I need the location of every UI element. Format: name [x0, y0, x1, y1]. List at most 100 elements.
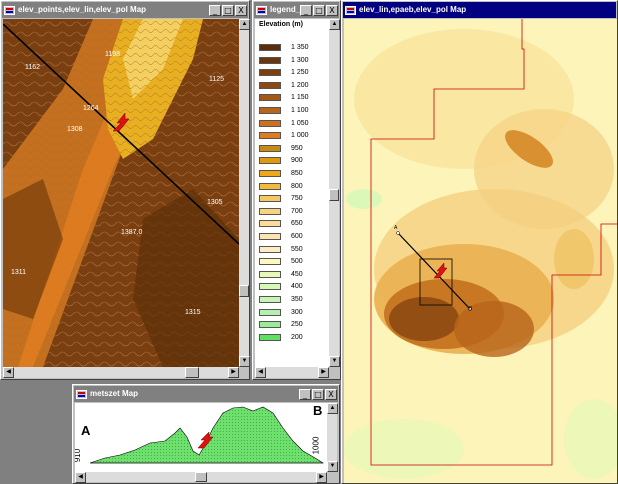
maximize-button[interactable]: □	[313, 4, 325, 16]
legend-row: 550	[259, 245, 303, 254]
close-button[interactable]: X	[325, 388, 337, 400]
scroll-thumb[interactable]	[329, 189, 339, 201]
vertical-scrollbar[interactable]: ▲ ▼	[239, 19, 250, 367]
scroll-thumb[interactable]	[195, 472, 207, 482]
legend-row: 700	[259, 207, 303, 216]
scroll-down-button[interactable]: ▼	[329, 356, 340, 367]
legend-value: 1 350	[291, 44, 309, 51]
legend-value: 1 000	[291, 132, 309, 140]
horizontal-scrollbar[interactable]: ◀ ▶	[75, 472, 327, 483]
legend-swatch	[259, 270, 281, 278]
horizontal-scrollbar[interactable]: ◀ ▶	[255, 367, 329, 378]
scroll-right-button[interactable]: ▶	[318, 367, 329, 378]
scroll-left-button[interactable]: ◀	[255, 367, 266, 378]
legend-value: 450	[291, 270, 303, 278]
legend-value: 1 100	[291, 107, 309, 114]
legend-swatch	[259, 195, 281, 203]
legend-window-icon	[256, 5, 267, 15]
spot-elevation-label: 1311	[11, 269, 27, 276]
legend-swatch	[259, 132, 281, 140]
legend-swatch	[259, 258, 281, 266]
legend-row: 850	[259, 169, 303, 178]
legend-value: 850	[291, 170, 303, 177]
points-map-canvas[interactable]: 1198 1162 1125 1264 1308 1305 1387.0 131…	[3, 19, 239, 367]
profile-start-label: A	[81, 423, 91, 438]
minimize-button[interactable]: _	[299, 388, 311, 400]
map-window-icon	[76, 389, 87, 399]
points-map-titlebar[interactable]: elev_points,elev_lin,elev_pol Map _ □ X	[2, 2, 248, 18]
legend-value: 1 300	[291, 56, 309, 64]
scroll-right-button[interactable]: ▶	[228, 367, 239, 378]
points-map-window[interactable]: elev_points,elev_lin,elev_pol Map _ □ X	[0, 0, 250, 380]
main-map-titlebar[interactable]: elev_lin,epaeb,elev_pol Map	[343, 2, 616, 18]
close-button[interactable]: X	[326, 4, 338, 16]
legend-row: 750	[259, 194, 303, 203]
legend-value: 250	[291, 321, 303, 329]
legend-value: 500	[291, 258, 303, 266]
scroll-up-button[interactable]: ▲	[239, 19, 250, 30]
legend-value: 1 150	[291, 94, 309, 102]
profile-canvas[interactable]: A B 910 1000	[75, 403, 327, 472]
scroll-up-button[interactable]: ▲	[327, 403, 338, 414]
legend-window[interactable]: legend_ele... _ □ X Elevation (m) 1 350 1…	[252, 0, 341, 380]
spot-elevation-label: 1198	[105, 51, 121, 58]
contour-map-graphic	[3, 19, 239, 367]
scroll-down-button[interactable]: ▼	[327, 461, 338, 472]
profile-end-elevation: 1000	[311, 436, 321, 455]
legend-value: 650	[291, 220, 303, 228]
main-map-title: elev_lin,epaeb,elev_pol Map	[359, 5, 467, 14]
legend-value: 600	[291, 233, 303, 240]
spot-elevation-label: 1315	[185, 309, 201, 316]
legend-row: 350	[259, 295, 303, 304]
scroll-up-button[interactable]: ▲	[329, 19, 340, 30]
legend-swatch	[259, 157, 281, 165]
legend-value: 1 250	[291, 69, 309, 77]
legend-swatch	[259, 107, 281, 114]
scroll-right-button[interactable]: ▶	[316, 472, 327, 483]
vertical-scrollbar[interactable]: ▲ ▼	[329, 19, 340, 367]
scroll-down-button[interactable]: ▼	[239, 356, 250, 367]
horizontal-scrollbar[interactable]: ◀ ▶	[3, 367, 239, 378]
legend-swatch	[259, 69, 281, 77]
legend-title: legend_ele...	[270, 5, 300, 14]
legend-value: 950	[291, 144, 303, 152]
legend-panel: Elevation (m) 1 350 1 300 1 250 1 200 1 150 1…	[255, 19, 329, 367]
spot-elevation-label: 1387.0	[121, 229, 143, 236]
minimize-button[interactable]: _	[209, 4, 221, 16]
legend-swatch	[259, 94, 281, 102]
scroll-left-button[interactable]: ◀	[3, 367, 14, 378]
vertical-scrollbar[interactable]: ▲ ▼	[327, 403, 338, 472]
elevation-raster-graphic	[344, 19, 617, 483]
scroll-thumb[interactable]	[185, 367, 199, 378]
legend-value: 400	[291, 283, 303, 291]
profile-window[interactable]: metszet Map _ □ X A B 910 1000 ▲ ▼ ◀ ▶	[72, 384, 340, 484]
legend-row: 250	[259, 320, 303, 329]
legend-row: 1 050	[259, 119, 309, 128]
scroll-thumb[interactable]	[239, 285, 249, 297]
spot-elevation-label: 1162	[25, 64, 41, 71]
legend-value: 200	[291, 333, 303, 341]
maximize-button[interactable]: □	[222, 4, 234, 16]
close-button[interactable]: X	[235, 4, 247, 16]
legend-swatch	[259, 321, 281, 329]
legend-row: 650	[259, 219, 303, 228]
scroll-left-button[interactable]: ◀	[75, 472, 86, 483]
main-map-window[interactable]: elev_lin,epaeb,elev_pol Map A B	[341, 0, 618, 484]
legend-row: 200	[259, 333, 303, 342]
legend-row: 500	[259, 257, 303, 266]
minimize-button[interactable]: _	[300, 4, 312, 16]
legend-titlebar[interactable]: legend_ele... _ □ X	[254, 2, 339, 18]
main-map-canvas[interactable]: A B	[344, 19, 617, 483]
points-map-title: elev_points,elev_lin,elev_pol Map	[18, 5, 147, 14]
maximize-button[interactable]: □	[312, 388, 324, 400]
map-window-icon	[345, 5, 356, 15]
legend-value: 550	[291, 245, 303, 253]
profile-point-a-label: A	[394, 225, 398, 231]
legend-swatch	[259, 81, 281, 89]
profile-point-b-label: B	[469, 306, 473, 312]
legend-value: 1 200	[291, 81, 309, 89]
map-window-icon	[4, 5, 15, 15]
profile-titlebar[interactable]: metszet Map _ □ X	[74, 386, 338, 402]
legend-swatch	[259, 296, 281, 303]
legend-row: 300	[259, 308, 303, 317]
